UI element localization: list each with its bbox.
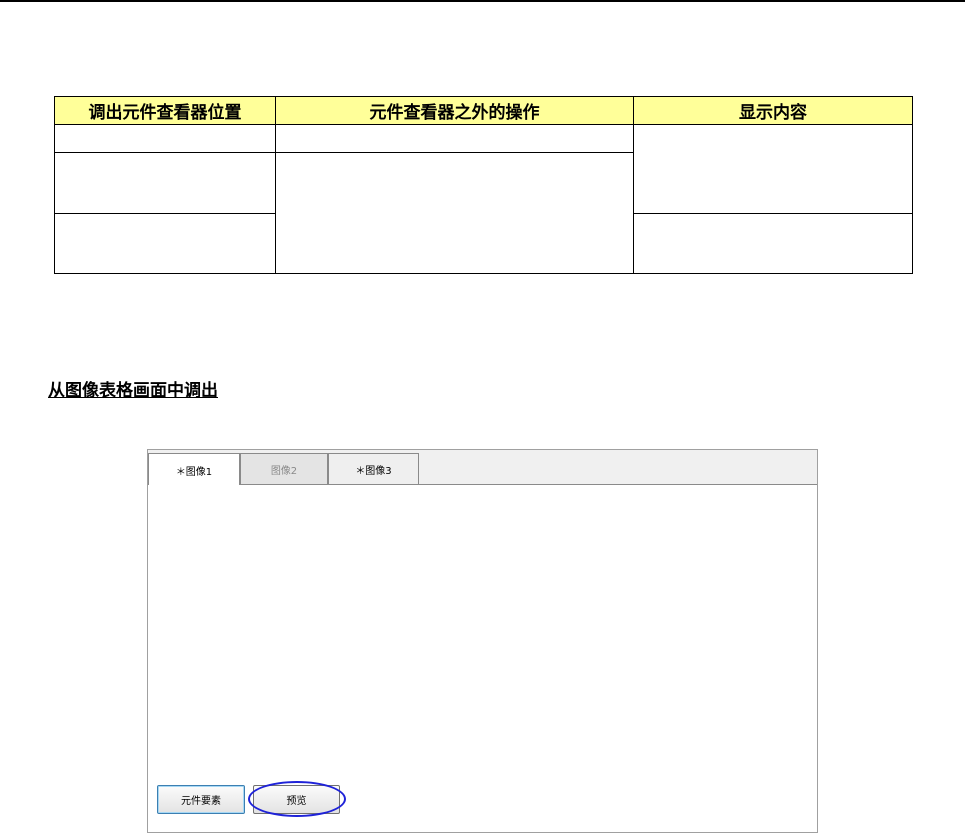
table-cell — [275, 124, 634, 153]
table-cell — [633, 213, 913, 274]
section-title: 从图像表格画面中调出 — [48, 381, 218, 401]
top-rule — [0, 0, 965, 2]
reference-table: 调出元件查看器位置 元件查看器之外的操作 显示内容 — [54, 96, 913, 274]
table-cell — [54, 213, 276, 274]
table-cell — [275, 152, 634, 274]
table-cell — [54, 124, 276, 153]
table-cell — [54, 152, 276, 214]
header-call-position: 调出元件查看器位置 — [54, 96, 276, 125]
tab-image-2[interactable]: 图像2 — [240, 453, 328, 484]
table-cell — [633, 124, 913, 214]
preview-button[interactable]: 预览 — [253, 785, 340, 814]
header-display-content: 显示内容 — [633, 96, 913, 125]
tab-image-3[interactable]: ＊图像3 — [328, 453, 419, 484]
component-elements-button[interactable]: 元件要素 — [157, 785, 245, 814]
image-table-window: ＊图像1 图像2 ＊图像3 元件要素 预览 — [147, 449, 818, 833]
tab-image-1[interactable]: ＊图像1 — [148, 453, 240, 486]
tab-content-area — [148, 485, 817, 832]
header-other-operations: 元件查看器之外的操作 — [275, 96, 634, 125]
tab-strip: ＊图像1 图像2 ＊图像3 — [148, 450, 817, 486]
